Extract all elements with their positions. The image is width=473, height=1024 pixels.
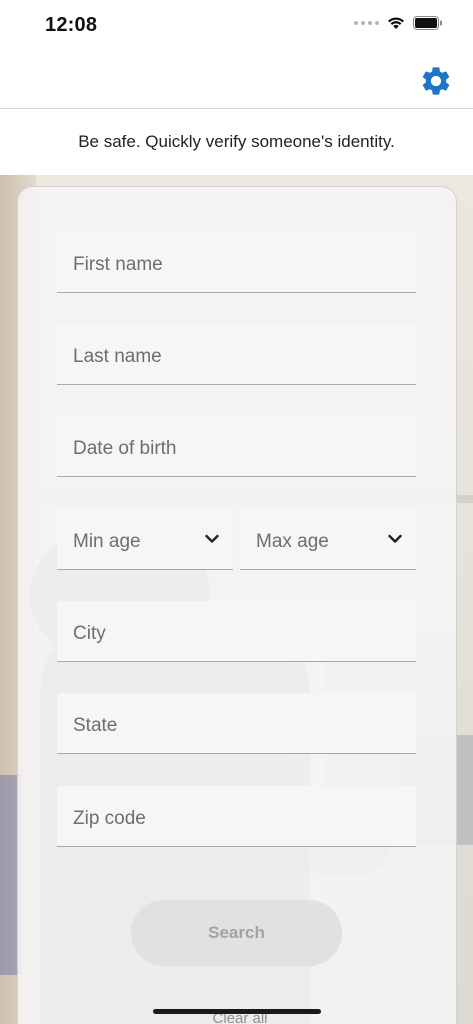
- zip-code-placeholder: Zip code: [73, 808, 146, 829]
- first-name-field[interactable]: First name: [57, 232, 416, 293]
- date-of-birth-field[interactable]: Date of birth: [57, 416, 416, 477]
- last-name-placeholder: Last name: [73, 346, 162, 367]
- zip-code-field[interactable]: Zip code: [57, 786, 416, 847]
- chevron-down-icon: [388, 534, 402, 543]
- first-name-placeholder: First name: [73, 254, 163, 275]
- home-indicator: [153, 1009, 321, 1014]
- tagline: Be safe. Quickly verify someone's identi…: [0, 109, 473, 175]
- status-time: 12:08: [45, 14, 98, 36]
- nav-bar: [0, 54, 473, 109]
- min-age-label: Min age: [73, 531, 141, 552]
- max-age-label: Max age: [256, 531, 329, 552]
- last-name-field[interactable]: Last name: [57, 324, 416, 385]
- cellular-signal-icon: [354, 21, 379, 25]
- battery-icon: [413, 16, 442, 30]
- status-icons: [354, 16, 443, 30]
- min-age-select[interactable]: Min age: [57, 509, 233, 570]
- date-of-birth-placeholder: Date of birth: [73, 438, 177, 459]
- gear-icon: [422, 67, 450, 95]
- status-bar: 12:08: [0, 0, 473, 54]
- max-age-select[interactable]: Max age: [240, 509, 416, 570]
- state-field[interactable]: State: [57, 693, 416, 754]
- search-button[interactable]: Search: [131, 900, 342, 966]
- screen: 12:08 Be safe. Quickly verify someone's …: [0, 0, 473, 1024]
- state-placeholder: State: [73, 715, 118, 736]
- city-field[interactable]: City: [57, 601, 416, 662]
- wifi-icon: [388, 17, 404, 29]
- chevron-down-icon: [205, 534, 219, 543]
- settings-button[interactable]: [417, 62, 455, 100]
- city-placeholder: City: [73, 623, 106, 644]
